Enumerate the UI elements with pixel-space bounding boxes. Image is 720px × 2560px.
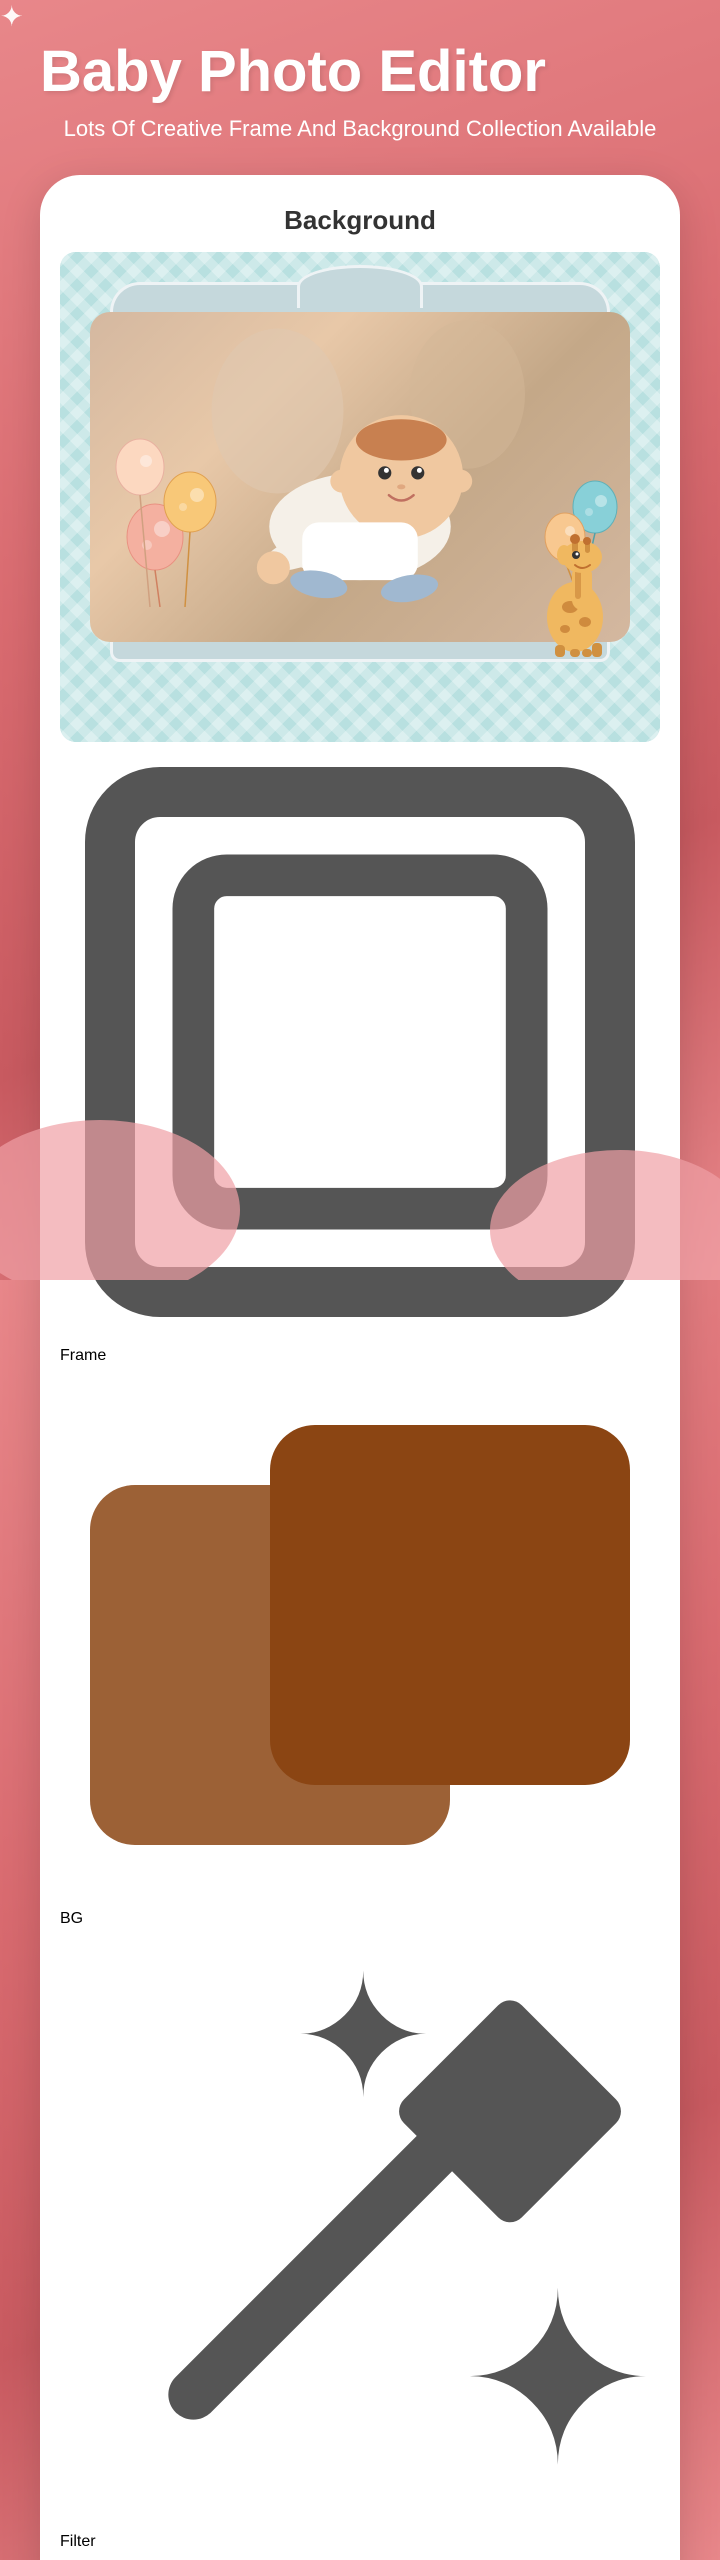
filter-icon: ✦ ✦ <box>60 1928 660 2528</box>
nav-item-text[interactable]: Text <box>60 2551 660 2560</box>
header: Baby Photo Editor Lots Of Creative Frame… <box>0 0 720 165</box>
bottom-cloud-decoration <box>0 1100 720 1280</box>
photo-frame[interactable]: .cloud-fill { fill: #7ec8d0; } .cloud-st… <box>60 252 660 742</box>
svg-text:✦: ✦ <box>293 1944 433 2130</box>
card-title: Background <box>60 205 660 236</box>
bottom-nav: Frame BG ✦ ✦ Filter <box>60 742 660 2560</box>
phone-card: Background <box>40 175 680 2560</box>
balloons-left <box>110 407 240 612</box>
bg-icon <box>60 1365 660 1905</box>
nav-label-filter: Filter <box>60 2533 96 2550</box>
star-decoration-4: ✦ <box>0 0 23 33</box>
nav-item-filter[interactable]: ✦ ✦ Filter <box>60 1928 660 2551</box>
text-icon <box>60 2551 660 2560</box>
giraffe-sticker <box>520 457 630 662</box>
nav-label-frame: Frame <box>60 1347 106 1364</box>
nav-item-bg[interactable]: BG <box>60 1365 660 1928</box>
nav-label-bg: BG <box>60 1910 83 1927</box>
app-title: Baby Photo Editor <box>40 40 680 104</box>
app-subtitle: Lots Of Creative Frame And Background Co… <box>40 114 680 145</box>
svg-text:✦: ✦ <box>460 2251 656 2511</box>
